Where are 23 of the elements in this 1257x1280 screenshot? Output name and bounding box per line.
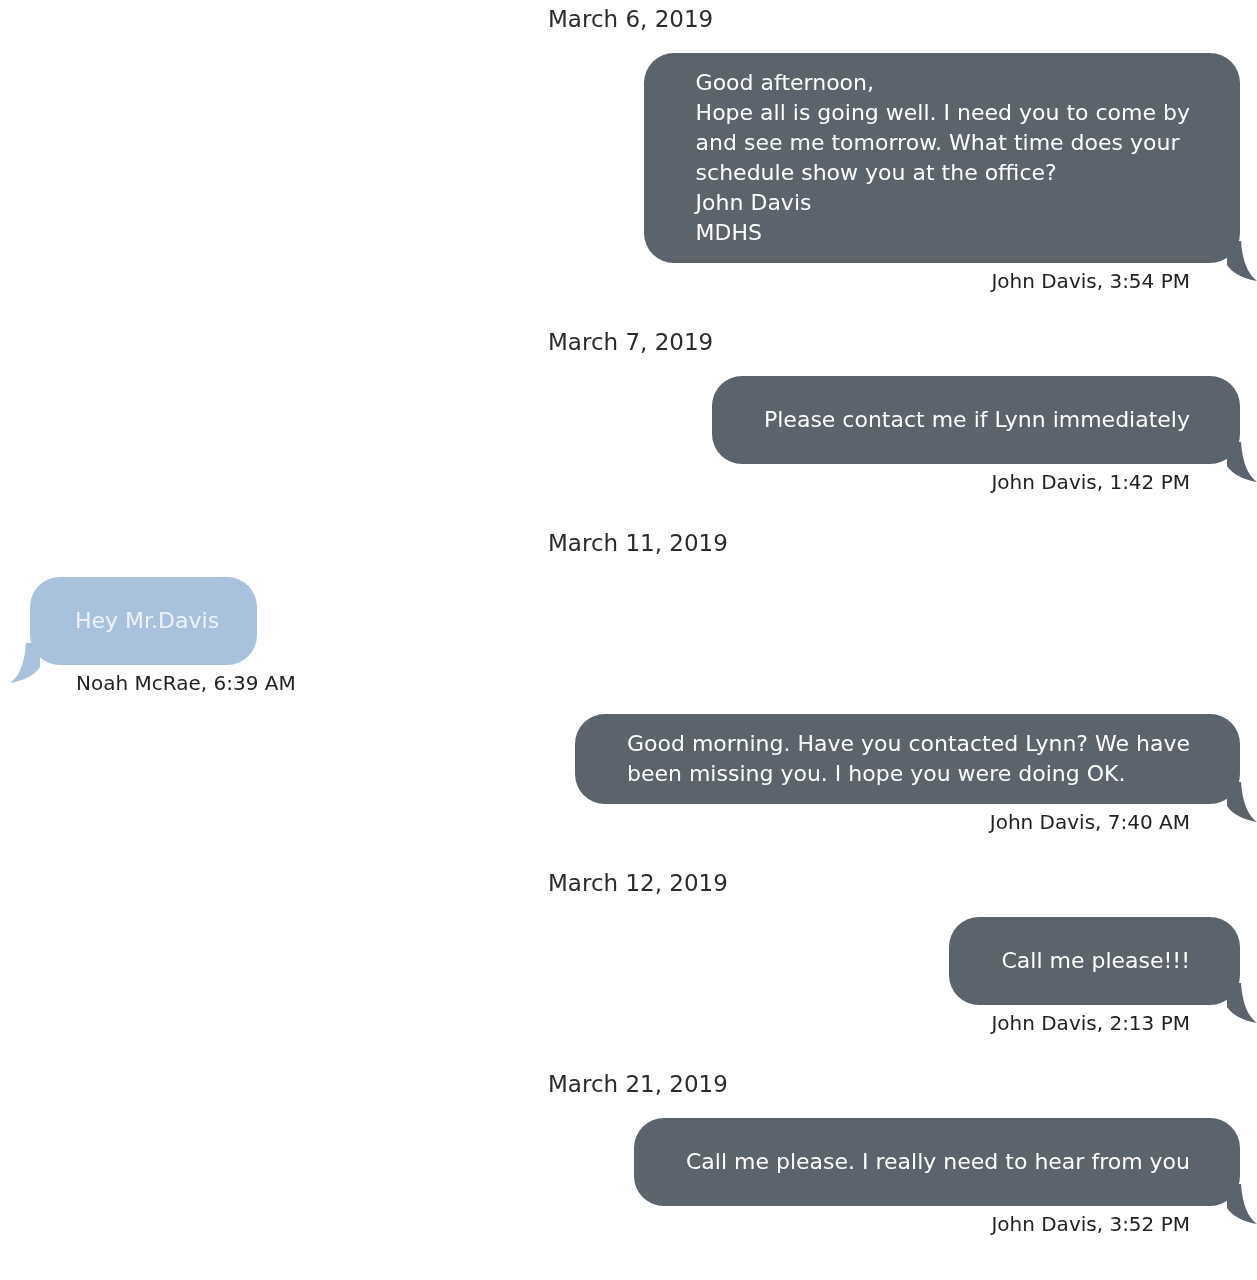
message-bubble: Call me please. I really need to hear from you (633, 1118, 1240, 1206)
sender-time: John Davis, 7:40 AM (989, 810, 1190, 834)
sender-time: Noah McRae, 6:39 AM (76, 671, 296, 695)
message-bubble: Good afternoon, Hope all is going well. I need you to come by and see me tomorrow. What time does your schedule show you at the office? John Davis MDHS (643, 53, 1240, 263)
message-bubble: Please contact me if Lynn immediately (712, 376, 1240, 464)
date-label: March 6, 2019 (548, 5, 715, 34)
date-label: March 7, 2019 (548, 328, 715, 357)
message-bubble: Good morning. Have you contacted Lynn? We have been missing you. I hope you were doing OK. (574, 714, 1240, 804)
bubble-tail-icon (1227, 983, 1257, 1023)
bubble-tail-icon (10, 643, 40, 683)
sender-time: John Davis, 1:42 PM (991, 470, 1190, 494)
message-bubble: Call me please!!! (949, 917, 1240, 1005)
bubble-tail-icon (1227, 782, 1257, 822)
message-bubble: Hey Mr.Davis (30, 577, 258, 665)
sender-time: John Davis, 2:13 PM (991, 1011, 1190, 1035)
sender-time: John Davis, 3:54 PM (991, 269, 1190, 293)
date-label: March 11, 2019 (548, 529, 729, 558)
bubble-tail-icon (1227, 1184, 1257, 1224)
bubble-tail-icon (1227, 442, 1257, 482)
date-label: March 21, 2019 (548, 1070, 729, 1099)
date-label: March 12, 2019 (548, 869, 729, 898)
bubble-tail-icon (1227, 241, 1257, 281)
sender-time: John Davis, 3:52 PM (991, 1212, 1190, 1236)
